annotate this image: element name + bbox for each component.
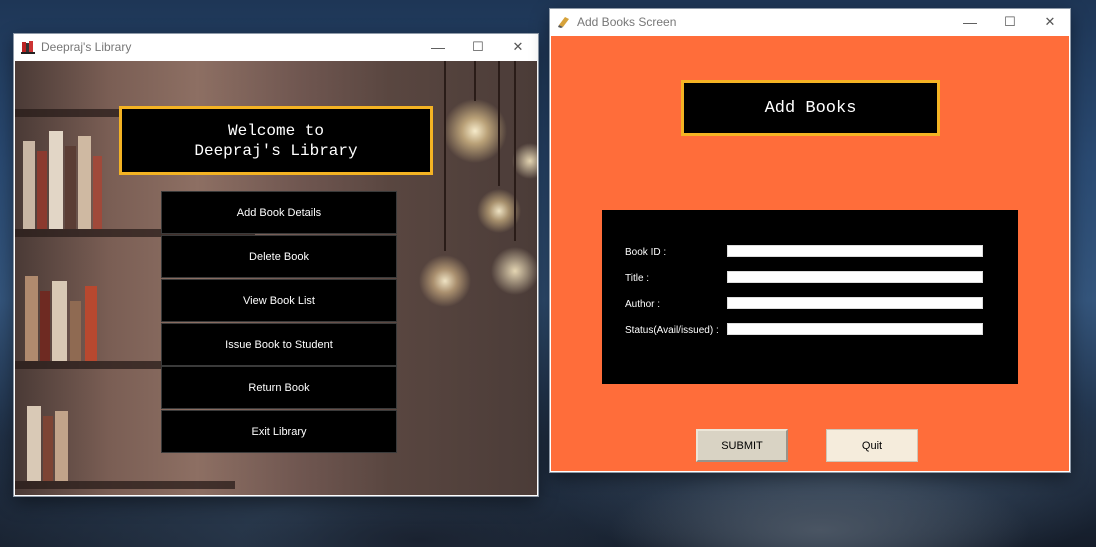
- minimize-icon[interactable]: —: [418, 34, 458, 60]
- library-window-title: Deepraj's Library: [41, 40, 132, 54]
- welcome-banner: Welcome to Deepraj's Library: [119, 106, 433, 175]
- book-id-label: Book ID :: [625, 247, 667, 258]
- status-input[interactable]: [727, 323, 983, 335]
- library-window: Deepraj's Library — ☐ ✕ Welcome to Deepr…: [14, 34, 538, 496]
- view-book-list-button[interactable]: View Book List: [161, 279, 397, 322]
- submit-button[interactable]: SUBMIT: [696, 429, 788, 462]
- close-icon[interactable]: ✕: [498, 34, 538, 60]
- quit-button[interactable]: Quit: [826, 429, 918, 462]
- author-input[interactable]: [727, 297, 983, 309]
- add-book-details-button[interactable]: Add Book Details: [161, 191, 397, 234]
- maximize-icon[interactable]: ☐: [458, 34, 498, 60]
- delete-book-button[interactable]: Delete Book: [161, 235, 397, 278]
- author-label: Author :: [625, 299, 661, 310]
- status-label: Status(Avail/issued) :: [625, 325, 719, 336]
- book-id-input[interactable]: [727, 245, 983, 257]
- add-books-app-icon: [557, 15, 571, 29]
- minimize-icon[interactable]: —: [950, 9, 990, 35]
- add-books-window-title: Add Books Screen: [577, 15, 677, 29]
- title-input[interactable]: [727, 271, 983, 283]
- title-label: Title :: [625, 273, 650, 284]
- add-books-titlebar[interactable]: Add Books Screen — ☐ ✕: [550, 9, 1070, 35]
- exit-library-button[interactable]: Exit Library: [161, 410, 397, 453]
- maximize-icon[interactable]: ☐: [990, 9, 1030, 35]
- return-book-button[interactable]: Return Book: [161, 366, 397, 409]
- add-books-heading: Add Books: [681, 80, 940, 136]
- add-books-canvas: Add Books Book ID : Title : Author : Sta…: [551, 36, 1069, 471]
- issue-book-button[interactable]: Issue Book to Student: [161, 323, 397, 366]
- close-icon[interactable]: ✕: [1030, 9, 1070, 35]
- book-form-panel: Book ID : Title : Author : Status(Avail/…: [602, 210, 1018, 384]
- library-app-icon: [21, 40, 35, 54]
- add-books-window: Add Books Screen — ☐ ✕ Add Books Book ID…: [550, 9, 1070, 472]
- library-titlebar[interactable]: Deepraj's Library — ☐ ✕: [14, 34, 538, 60]
